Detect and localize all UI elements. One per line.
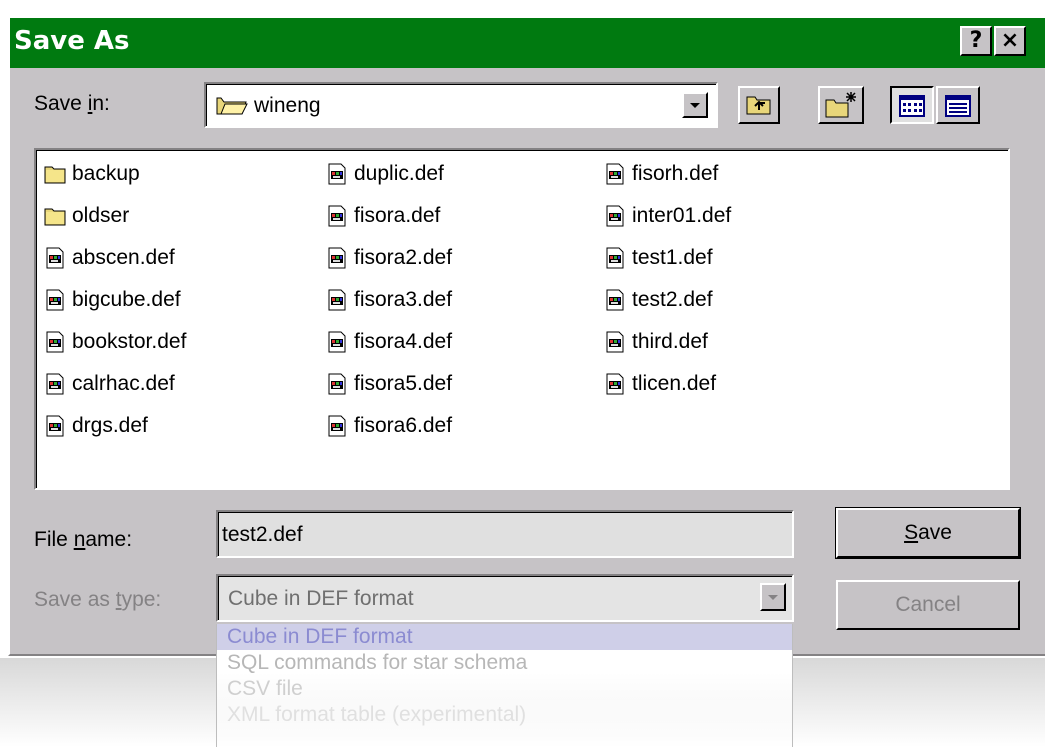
file-item[interactable]: fisora6.def: [326, 410, 452, 442]
details-view-icon: [945, 95, 971, 117]
dropdown-option[interactable]: XML format table (experimental): [217, 702, 792, 728]
dropdown-option[interactable]: CSV file: [217, 676, 792, 702]
file-item-label: drgs.def: [72, 414, 148, 437]
def-file-icon: [46, 247, 64, 269]
file-item[interactable]: bigcube.def: [44, 284, 181, 316]
def-file-icon: [328, 415, 346, 437]
save-as-type-dropdown-list[interactable]: Cube in DEF format SQL commands for star…: [216, 624, 793, 747]
file-list[interactable]: backup oldser abscen.def bigcube.def booksto…: [34, 148, 1010, 490]
save-as-type-dropdown-arrow[interactable]: [760, 583, 786, 611]
file-name-label: File name:: [34, 528, 133, 551]
details-view-button[interactable]: [936, 86, 980, 124]
file-item[interactable]: fisora3.def: [326, 284, 452, 316]
save-in-dropdown-arrow[interactable]: [682, 92, 708, 118]
save-in-combo[interactable]: wineng: [204, 82, 718, 128]
folder-icon: [44, 166, 66, 184]
save-as-type-label: Save as type:: [34, 588, 162, 611]
up-folder-icon: [746, 96, 771, 115]
dialog-title: Save As: [14, 26, 130, 56]
up-one-level-button[interactable]: [738, 86, 780, 124]
file-item-label: fisora3.def: [354, 288, 453, 311]
file-name-value: test2.def: [222, 523, 303, 546]
def-file-icon: [606, 205, 624, 227]
def-file-icon: [328, 163, 346, 185]
file-item-label: test1.def: [632, 246, 713, 269]
list-view-icon: [899, 95, 925, 117]
file-item-label: tlicen.def: [632, 372, 717, 395]
open-folder-icon: [216, 97, 248, 115]
file-item-label: inter01.def: [632, 204, 732, 227]
new-folder-icon: [825, 92, 856, 118]
file-item[interactable]: abscen.def: [44, 242, 175, 274]
file-item[interactable]: third.def: [604, 326, 708, 358]
file-item[interactable]: fisora5.def: [326, 368, 452, 400]
file-item[interactable]: fisora4.def: [326, 326, 452, 358]
def-file-icon: [606, 331, 624, 353]
file-item-label: fisora5.def: [354, 372, 453, 395]
file-item[interactable]: fisora.def: [326, 200, 440, 232]
file-item[interactable]: drgs.def: [44, 410, 148, 442]
file-item-label: fisorh.def: [632, 162, 719, 185]
def-file-icon: [606, 289, 624, 311]
def-file-icon: [606, 247, 624, 269]
def-file-icon: [328, 289, 346, 311]
file-item-label: fisora.def: [354, 204, 441, 227]
title-bar[interactable]: Save As ? ×: [10, 18, 1045, 68]
def-file-icon: [328, 331, 346, 353]
file-item[interactable]: test1.def: [604, 242, 713, 274]
file-item[interactable]: fisorh.def: [604, 158, 718, 190]
file-item-label: abscen.def: [72, 246, 175, 269]
folder-icon: [44, 208, 66, 226]
file-item[interactable]: test2.def: [604, 284, 713, 316]
file-item-label: backup: [72, 162, 140, 185]
save-as-type-combo[interactable]: Cube in DEF format: [216, 574, 794, 622]
save-in-value: wineng: [254, 94, 321, 117]
file-item[interactable]: fisora2.def: [326, 242, 452, 274]
folder-item[interactable]: backup: [44, 158, 140, 190]
file-item-label: test2.def: [632, 288, 713, 311]
def-file-icon: [46, 331, 64, 353]
save-as-type-value: Cube in DEF format: [228, 587, 414, 610]
cancel-button[interactable]: Cancel: [836, 580, 1020, 630]
file-item-label: third.def: [632, 330, 708, 353]
def-file-icon: [328, 247, 346, 269]
def-file-icon: [46, 289, 64, 311]
file-item[interactable]: tlicen.def: [604, 368, 716, 400]
file-item-label: fisora2.def: [354, 246, 453, 269]
def-file-icon: [328, 373, 346, 395]
save-as-dialog: Save As ? × Save in: wineng backup oldse…: [8, 16, 1045, 656]
list-view-button[interactable]: [890, 86, 934, 124]
file-item[interactable]: duplic.def: [326, 158, 444, 190]
file-name-input[interactable]: test2.def: [216, 510, 794, 558]
file-item[interactable]: inter01.def: [604, 200, 731, 232]
file-item[interactable]: calrhac.def: [44, 368, 175, 400]
file-item-label: bookstor.def: [72, 330, 187, 353]
help-button[interactable]: ?: [960, 26, 992, 56]
file-item[interactable]: bookstor.def: [44, 326, 186, 358]
file-item-label: duplic.def: [354, 162, 444, 185]
def-file-icon: [46, 415, 64, 437]
def-file-icon: [328, 205, 346, 227]
file-item-label: fisora6.def: [354, 414, 453, 437]
dropdown-option[interactable]: SQL commands for star schema: [217, 650, 792, 676]
close-button[interactable]: ×: [994, 26, 1026, 56]
file-item-label: fisora4.def: [354, 330, 453, 353]
def-file-icon: [606, 163, 624, 185]
save-button[interactable]: Save: [835, 507, 1021, 559]
file-item-label: calrhac.def: [72, 372, 175, 395]
create-new-folder-button[interactable]: [818, 86, 864, 124]
def-file-icon: [606, 373, 624, 395]
save-in-label: Save in:: [34, 92, 110, 115]
file-item-label: oldser: [72, 204, 130, 227]
def-file-icon: [46, 373, 64, 395]
dropdown-option[interactable]: Cube in DEF format: [217, 624, 792, 650]
folder-item[interactable]: oldser: [44, 200, 129, 232]
file-item-label: bigcube.def: [72, 288, 181, 311]
